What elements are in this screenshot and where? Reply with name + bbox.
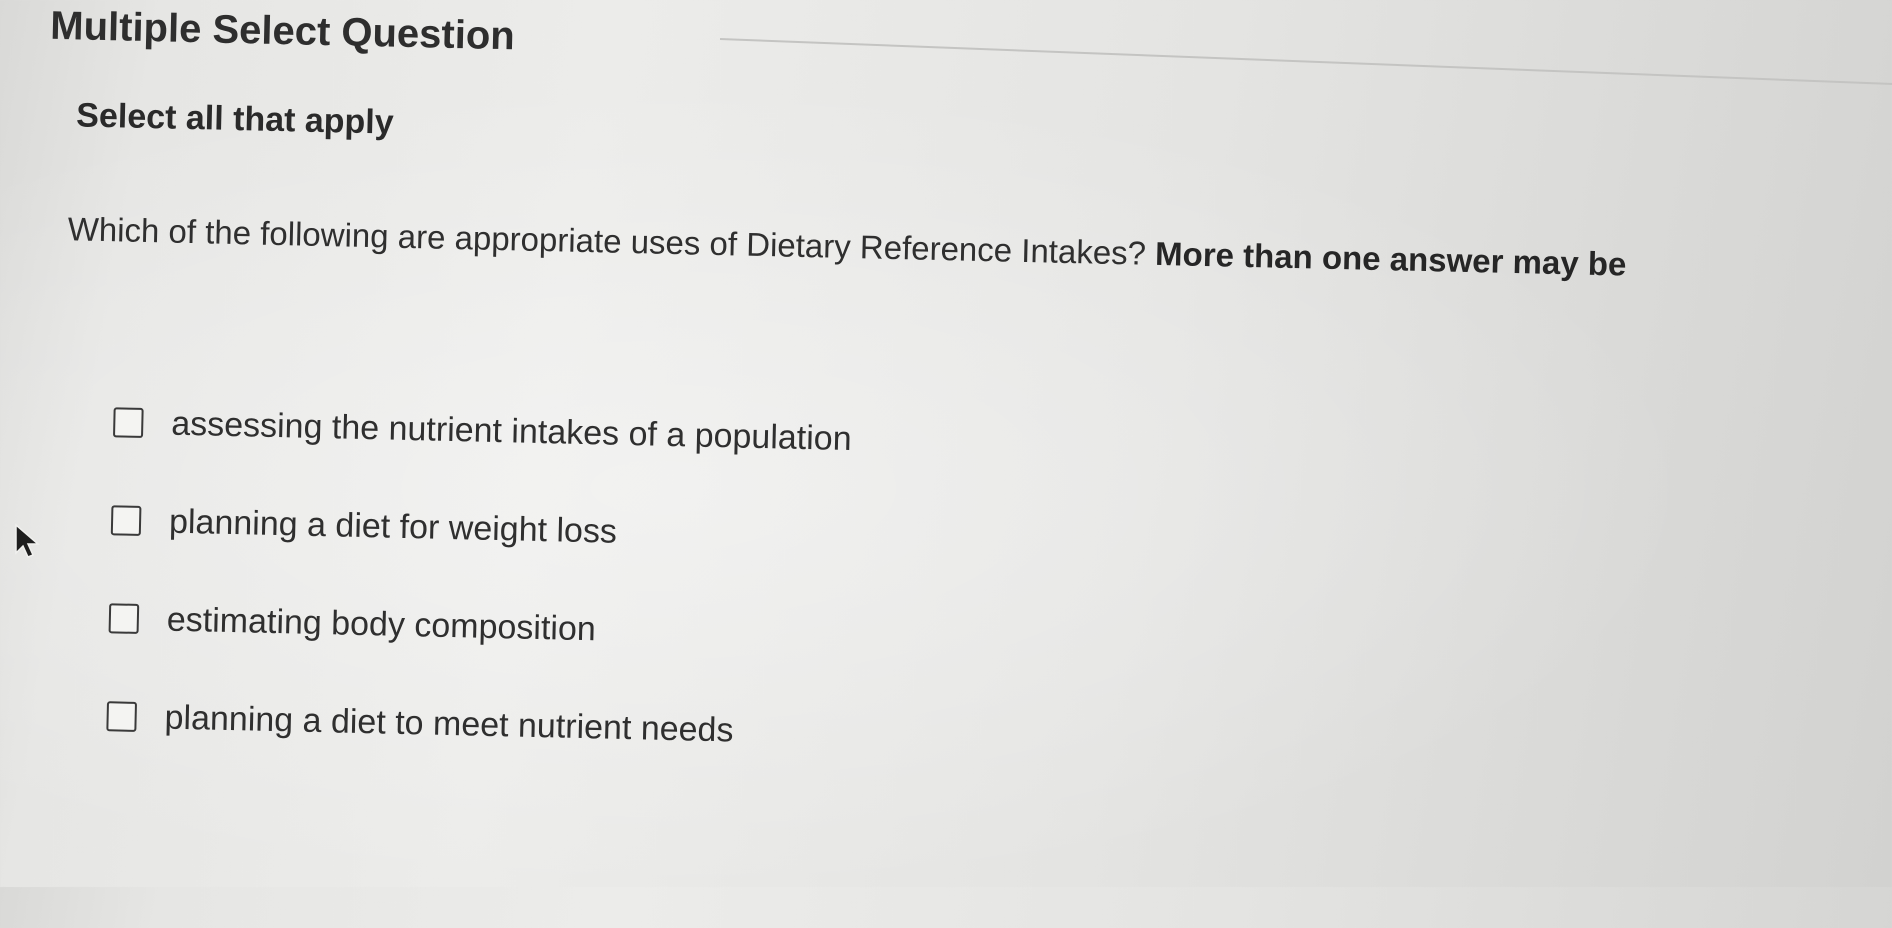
option-label: planning a diet for weight loss xyxy=(168,502,618,551)
answer-option[interactable]: planning a diet for weight loss xyxy=(110,497,850,560)
answer-options-list: assessing the nutrient intakes of a popu… xyxy=(105,399,852,808)
option-label: planning a diet to meet nutrient needs xyxy=(164,698,734,749)
answer-option[interactable]: planning a diet to meet nutrient needs xyxy=(106,693,845,756)
answer-option[interactable]: estimating body composition xyxy=(108,595,847,658)
option-checkbox[interactable] xyxy=(106,701,138,732)
answer-option[interactable]: assessing the nutrient intakes of a popu… xyxy=(112,399,853,462)
option-checkbox[interactable] xyxy=(110,505,142,536)
instructions-text: Select all that apply xyxy=(75,96,395,142)
question-panel: Multiple Select Question Select all that… xyxy=(0,0,1892,928)
option-checkbox[interactable] xyxy=(108,603,140,634)
question-prompt-emphasis: More than one answer may be xyxy=(1154,234,1627,283)
option-label: assessing the nutrient intakes of a popu… xyxy=(170,404,853,458)
question-type-title: Multiple Select Question xyxy=(49,3,516,59)
mouse-pointer-icon xyxy=(15,523,41,558)
question-prompt: Which of the following are appropriate u… xyxy=(67,210,1627,283)
option-checkbox[interactable] xyxy=(112,407,144,438)
option-label: estimating body composition xyxy=(166,600,597,648)
question-prompt-text: Which of the following are appropriate u… xyxy=(67,210,1147,272)
